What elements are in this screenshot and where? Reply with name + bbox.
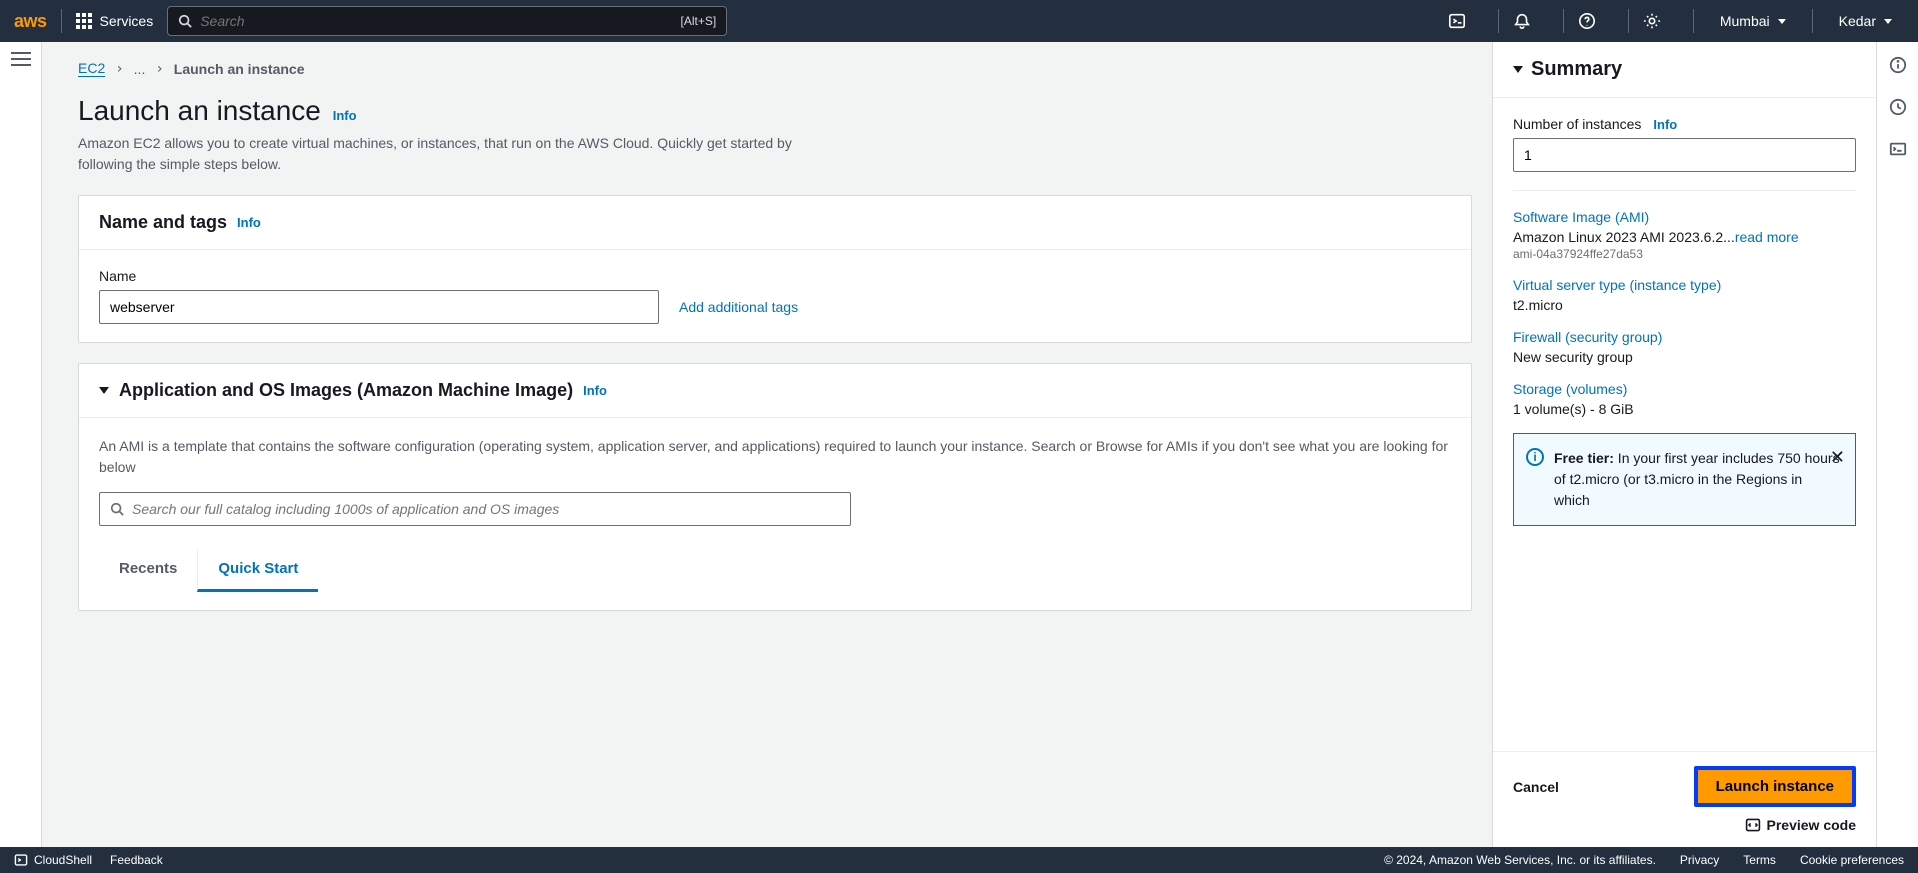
ami-panel: Application and OS Images (Amazon Machin… [78, 363, 1472, 611]
storage-value: 1 volume(s) - 8 GiB [1513, 401, 1856, 417]
instance-name-input[interactable] [99, 290, 659, 324]
read-more-link[interactable]: read more [1735, 229, 1799, 245]
ami-id: ami-04a37924ffe27da53 [1513, 247, 1856, 261]
grid-icon [76, 13, 92, 29]
main-content: EC2 › ... › Launch an instance Launch an… [42, 42, 1492, 847]
bottom-bar: CloudShell Feedback © 2024, Amazon Web S… [0, 847, 1918, 873]
clock-icon[interactable] [1889, 98, 1907, 116]
search-icon [110, 502, 124, 516]
global-search[interactable]: [Alt+S] [167, 6, 727, 36]
ami-description: An AMI is a template that contains the s… [99, 436, 1451, 478]
breadcrumb-ec2[interactable]: EC2 [78, 60, 105, 77]
ami-header[interactable]: Application and OS Images (Amazon Machin… [79, 364, 1471, 418]
free-tier-label: Free tier: [1554, 450, 1614, 466]
storage-link[interactable]: Storage (volumes) [1513, 381, 1856, 397]
breadcrumb-current: Launch an instance [174, 61, 305, 77]
privacy-link[interactable]: Privacy [1680, 853, 1719, 867]
info-link[interactable]: Info [237, 215, 261, 230]
aws-logo[interactable]: aws [14, 11, 47, 32]
summary-panel: Summary Number of instances Info Softwar… [1492, 42, 1876, 847]
free-tier-info: i ✕ Free tier: In your first year includ… [1513, 433, 1856, 526]
caret-down-icon [1513, 66, 1523, 73]
page-title: Launch an instance [78, 95, 321, 127]
divider [1693, 9, 1694, 33]
copyright-text: © 2024, Amazon Web Services, Inc. or its… [1384, 853, 1656, 867]
summary-title: Summary [1531, 58, 1622, 81]
instance-type-link[interactable]: Virtual server type (instance type) [1513, 277, 1856, 293]
summary-footer: Cancel Launch instance Preview code [1493, 751, 1876, 847]
ami-search-box[interactable] [99, 492, 851, 526]
divider [61, 9, 62, 33]
divider [1563, 9, 1564, 33]
preview-code-button[interactable]: Preview code [1513, 817, 1856, 833]
panel-title: Name and tags [99, 212, 227, 233]
tab-quickstart[interactable]: Quick Start [197, 550, 318, 592]
panel-title: Application and OS Images (Amazon Machin… [119, 380, 573, 401]
terminal-icon[interactable] [1889, 140, 1907, 158]
terms-link[interactable]: Terms [1743, 853, 1776, 867]
region-selector[interactable]: Mumbai [1708, 13, 1798, 29]
info-link[interactable]: Info [333, 108, 357, 123]
add-tags-link[interactable]: Add additional tags [679, 299, 798, 315]
cookie-link[interactable]: Cookie preferences [1800, 853, 1904, 867]
top-navbar: aws Services [Alt+S] Mumbai Kedar [0, 0, 1918, 42]
ami-tabs: Recents Quick Start [99, 550, 1451, 592]
services-label: Services [100, 13, 154, 29]
notifications-icon[interactable] [1513, 12, 1549, 30]
hamburger-icon[interactable] [11, 52, 31, 66]
page-description: Amazon EC2 allows you to create virtual … [78, 133, 838, 175]
left-rail [0, 42, 42, 847]
right-rail [1876, 42, 1918, 847]
settings-icon[interactable] [1643, 12, 1679, 30]
name-field-label: Name [99, 268, 1451, 284]
topbar-right: Mumbai Kedar [1448, 9, 1904, 33]
divider [1812, 9, 1813, 33]
account-menu[interactable]: Kedar [1827, 13, 1904, 29]
info-panel-icon[interactable] [1889, 56, 1907, 74]
page-header: Launch an instance Info Amazon EC2 allow… [78, 95, 1472, 175]
security-group-value: New security group [1513, 349, 1856, 365]
services-menu[interactable]: Services [76, 13, 154, 29]
ami-name: Amazon Linux 2023 AMI 2023.6.2... [1513, 229, 1735, 245]
tab-recents[interactable]: Recents [99, 550, 197, 592]
cloudshell-icon[interactable] [1448, 12, 1484, 30]
breadcrumb-ellipsis[interactable]: ... [134, 61, 146, 77]
search-shortcut: [Alt+S] [681, 14, 717, 28]
divider [1628, 9, 1629, 33]
info-link[interactable]: Info [583, 383, 607, 398]
summary-body: Number of instances Info Software Image … [1493, 98, 1876, 751]
search-input[interactable] [200, 13, 680, 29]
name-tags-panel: Name and tags Info Name Add additional t… [78, 195, 1472, 343]
chevron-right-icon: › [155, 61, 163, 77]
info-icon: i [1526, 448, 1544, 466]
num-instances-input[interactable] [1513, 138, 1856, 172]
summary-header[interactable]: Summary [1493, 42, 1876, 98]
cloudshell-button[interactable]: CloudShell [14, 853, 92, 867]
info-link[interactable]: Info [1653, 117, 1677, 132]
cancel-button[interactable]: Cancel [1513, 779, 1559, 795]
num-instances-label: Number of instances Info [1513, 116, 1856, 132]
breadcrumb: EC2 › ... › Launch an instance [78, 60, 1472, 77]
security-group-link[interactable]: Firewall (security group) [1513, 329, 1856, 345]
close-icon[interactable]: ✕ [1830, 444, 1845, 471]
ami-search-input[interactable] [132, 501, 840, 517]
search-icon [178, 14, 192, 28]
instance-type-value: t2.micro [1513, 297, 1856, 313]
divider [1513, 190, 1856, 191]
ami-summary-link[interactable]: Software Image (AMI) [1513, 209, 1856, 225]
caret-down-icon [99, 387, 109, 394]
feedback-button[interactable]: Feedback [110, 853, 163, 867]
help-icon[interactable] [1578, 12, 1614, 30]
chevron-right-icon: › [115, 61, 123, 77]
name-tags-header: Name and tags Info [79, 196, 1471, 250]
divider [1498, 9, 1499, 33]
code-icon [1745, 817, 1761, 833]
launch-instance-button[interactable]: Launch instance [1694, 766, 1856, 807]
